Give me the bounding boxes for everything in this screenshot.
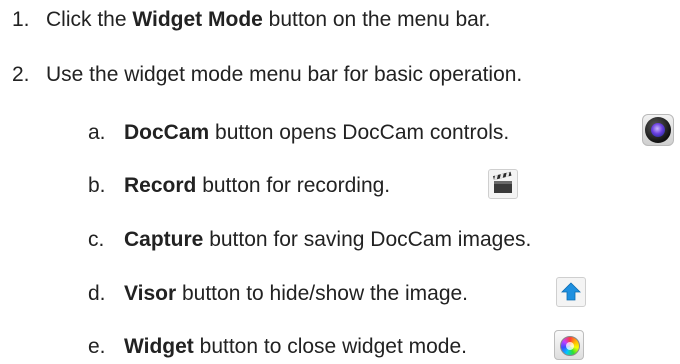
substep-description: button opens DocCam controls. <box>209 121 510 144</box>
substep-bold-term: DocCam <box>124 121 210 144</box>
step-text: Use the widget mode menu bar for basic o… <box>46 63 523 86</box>
substep-text: Capture button for saving DocCam images. <box>124 226 531 254</box>
substep-letter: d. <box>88 282 106 305</box>
substep-text: Visor button to hide/show the image. <box>124 280 468 308</box>
substep-description: button for saving DocCam images. <box>203 228 532 251</box>
substep-letter: a. <box>88 121 106 144</box>
substep-bold-term: Capture <box>124 228 204 251</box>
clapperboard-icon <box>488 169 518 199</box>
substep-bold-term: Visor <box>124 282 177 305</box>
up-arrow-icon <box>556 277 586 307</box>
substep-description: button to close widget mode. <box>193 335 467 358</box>
substep-bold-term: Record <box>124 174 197 197</box>
step-number: 1. <box>12 8 30 31</box>
substep-text: Widget button to close widget mode. <box>124 333 467 361</box>
color-wheel-icon <box>554 330 584 360</box>
step-text-suffix: button on the menu bar. <box>262 8 491 31</box>
step-text-prefix: Click the <box>46 8 133 31</box>
substep-text: Record button for recording. <box>124 172 390 200</box>
substep-letter: b. <box>88 174 106 197</box>
step-number: 2. <box>12 63 30 86</box>
substep-text: DocCam button opens DocCam controls. <box>124 119 509 147</box>
substep-description: button to hide/show the image. <box>176 282 469 305</box>
step-bold-term: Widget Mode <box>132 8 263 31</box>
substep-letter: c. <box>88 228 105 251</box>
step-text: Click the Widget Mode button on the menu… <box>46 6 491 34</box>
substep-letter: e. <box>88 335 106 358</box>
substep-description: button for recording. <box>196 174 391 197</box>
doccam-lens-icon <box>642 114 674 146</box>
substep-bold-term: Widget <box>124 335 194 358</box>
